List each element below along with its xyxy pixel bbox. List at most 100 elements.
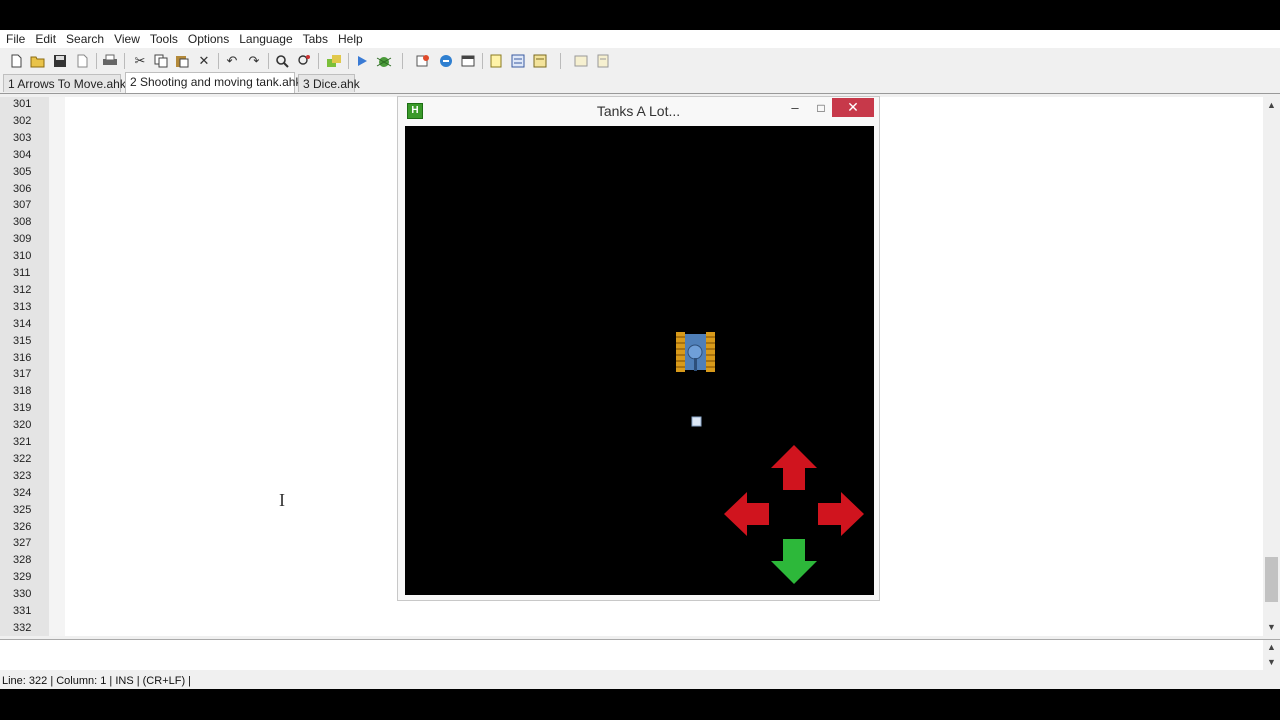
menu-file[interactable]: File	[0, 30, 30, 48]
settings-icon[interactable]	[510, 53, 526, 69]
toolbar-separator	[218, 53, 219, 69]
tab-shooting-and-moving-tank[interactable]: 2 Shooting and moving tank.ahk	[125, 72, 301, 93]
help-icon[interactable]	[595, 53, 611, 69]
line-number: 324	[13, 486, 32, 499]
script-icon[interactable]	[532, 53, 548, 69]
line-number: 320	[13, 419, 32, 432]
arrow-up-icon[interactable]	[771, 445, 817, 490]
compile-icon[interactable]	[438, 53, 454, 69]
open-icon[interactable]	[30, 53, 46, 69]
line-number: 321	[13, 436, 32, 448]
scroll-down-icon[interactable]: ▼	[1267, 658, 1276, 667]
toolbar-separator	[402, 53, 403, 69]
run-icon[interactable]	[354, 53, 370, 69]
new-file-icon[interactable]	[8, 53, 24, 69]
toolbar-separator	[124, 53, 125, 69]
print-icon[interactable]	[102, 53, 118, 69]
status-bar: Line: 322 | Column: 1 | INS | (CR+LF) |	[0, 673, 1280, 689]
toolbar: ✂ ✕ ↶ ↷	[0, 50, 1280, 72]
line-number: 310	[13, 250, 32, 263]
maximize-button[interactable]: □	[808, 98, 834, 118]
line-number: 307	[13, 199, 32, 212]
delete-icon[interactable]: ✕	[196, 53, 212, 69]
game-window-titlebar[interactable]: H Tanks A Lot... – □ ✕	[398, 97, 879, 125]
scroll-up-icon[interactable]: ▲	[1267, 643, 1276, 652]
line-number: 306	[13, 182, 32, 195]
line-number: 318	[13, 385, 32, 398]
menu-tabs[interactable]: Tabs	[298, 30, 333, 48]
line-number: 308	[13, 216, 32, 229]
line-number: 330	[13, 588, 32, 601]
line-number: 303	[13, 131, 32, 144]
menu-edit[interactable]: Edit	[30, 30, 61, 48]
arrow-right-icon[interactable]	[818, 492, 864, 536]
line-number: 331	[13, 605, 32, 617]
editor-vertical-scrollbar[interactable]: ▲ ▼	[1263, 97, 1280, 636]
line-number: 317	[13, 368, 32, 381]
file-tab-bar: 1 Arrows To Move.ahk 2 Shooting and movi…	[0, 72, 1280, 94]
bullet-sprite	[691, 416, 702, 427]
game-canvas[interactable]	[405, 126, 874, 595]
line-number: 325	[13, 503, 32, 516]
notes-icon[interactable]	[573, 53, 589, 69]
line-number: 304	[13, 148, 32, 161]
line-number: 327	[13, 537, 32, 550]
menu-language[interactable]: Language	[234, 30, 297, 48]
line-number: 313	[13, 300, 32, 313]
output-pane[interactable]: ▲ ▼	[0, 639, 1280, 670]
line-number-gutter: 301 302 303 304 305 306 307 308 309 310 311 312 313 3…	[0, 97, 49, 636]
save-icon[interactable]	[52, 53, 68, 69]
output-scrollbar[interactable]: ▲ ▼	[1263, 640, 1280, 670]
line-number: 305	[13, 165, 32, 178]
close-button[interactable]: ✕	[832, 98, 874, 117]
text-cursor-icon: I	[279, 490, 285, 510]
toolbar-separator	[96, 53, 97, 69]
menu-tools[interactable]: Tools	[145, 30, 183, 48]
line-number: 312	[13, 283, 32, 296]
close-file-icon[interactable]	[74, 53, 90, 69]
menu-help[interactable]: Help	[333, 30, 368, 48]
open-folder-icon[interactable]	[488, 53, 504, 69]
menu-bar: File Edit Search View Tools Options Lang…	[0, 30, 1280, 48]
cut-icon[interactable]: ✂	[132, 53, 148, 69]
fold-margin	[49, 97, 65, 636]
tools-icon[interactable]	[326, 53, 342, 69]
game-scene	[676, 332, 864, 584]
line-number: 332	[13, 621, 32, 634]
find-icon[interactable]	[274, 53, 290, 69]
line-number: 323	[13, 469, 32, 482]
line-number: 302	[13, 114, 32, 127]
tab-arrows-to-move[interactable]: 1 Arrows To Move.ahk	[3, 74, 126, 92]
line-number: 314	[13, 317, 32, 330]
menu-search[interactable]: Search	[61, 30, 109, 48]
line-number: 315	[13, 334, 32, 347]
toolbar-separator	[348, 53, 349, 69]
gui-icon[interactable]	[460, 53, 476, 69]
arrow-left-icon[interactable]	[724, 492, 769, 536]
game-window[interactable]: H Tanks A Lot... – □ ✕	[397, 96, 880, 601]
scrollbar-thumb[interactable]	[1265, 557, 1278, 602]
line-number: 319	[13, 402, 32, 415]
undo-icon[interactable]: ↶	[224, 53, 240, 69]
line-number: 311	[13, 267, 31, 279]
tab-dice[interactable]: 3 Dice.ahk	[298, 74, 360, 92]
debug-icon[interactable]	[376, 53, 392, 69]
replace-icon[interactable]	[296, 53, 312, 69]
paste-icon[interactable]	[174, 53, 190, 69]
arrow-down-icon[interactable]	[771, 539, 817, 584]
line-number: 328	[13, 554, 32, 567]
toolbar-separator	[560, 53, 561, 69]
menu-view[interactable]: View	[109, 30, 145, 48]
scroll-up-icon[interactable]: ▲	[1267, 101, 1276, 110]
toolbar-separator	[482, 53, 483, 69]
line-number: 322	[13, 452, 32, 465]
window-spy-icon[interactable]	[415, 53, 431, 69]
scroll-down-icon[interactable]: ▼	[1267, 623, 1276, 632]
minimize-button[interactable]: –	[782, 98, 808, 118]
copy-icon[interactable]	[153, 53, 169, 69]
tank-sprite	[676, 332, 715, 372]
redo-icon[interactable]: ↷	[246, 53, 262, 69]
toolbar-separator	[268, 53, 269, 69]
menu-options[interactable]: Options	[183, 30, 234, 48]
line-number: 329	[13, 571, 32, 584]
